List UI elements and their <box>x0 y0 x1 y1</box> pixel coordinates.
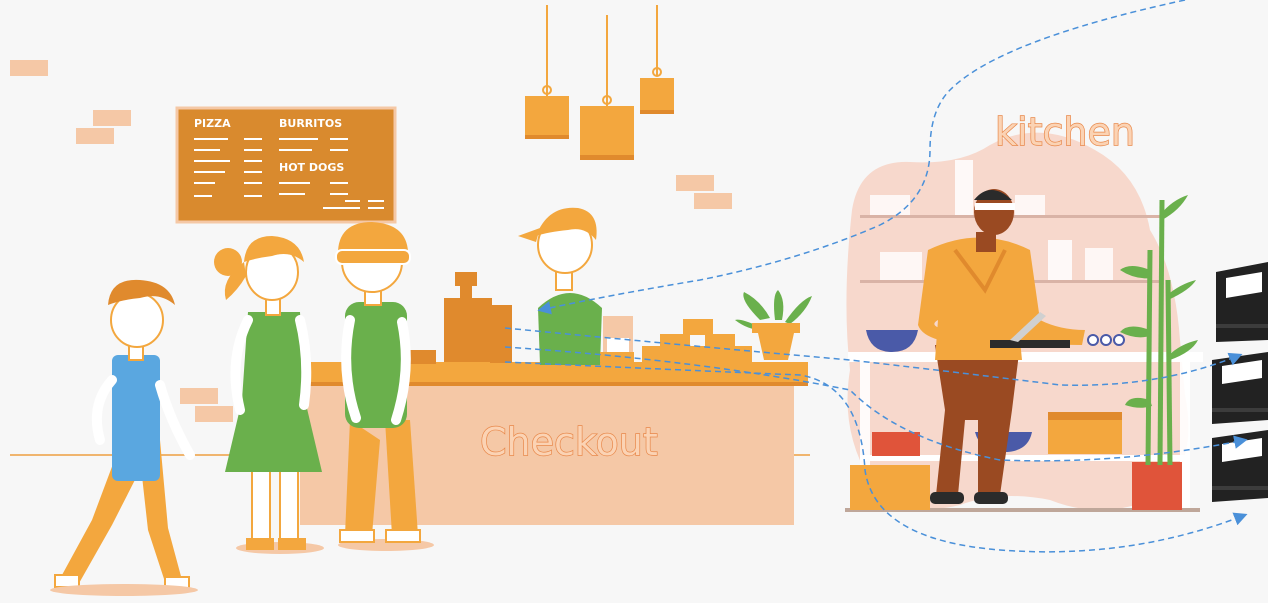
hanging-lamps <box>525 5 674 160</box>
cashier <box>518 207 602 365</box>
menu-board-hotdogs-header: HOT DOGS <box>279 161 344 174</box>
menu-board-pizza-header: PIZZA <box>194 117 231 130</box>
cash-register-icon <box>402 272 512 364</box>
pos-workflow-scene: PIZZA BURRITOS HOT DOGS Checkout kitchen <box>0 0 1268 603</box>
receipt-printer-icon <box>1216 262 1268 342</box>
kitchen-label: kitchen <box>995 110 1135 154</box>
receipt-printer-icon <box>1212 430 1268 502</box>
checkout-label: Checkout <box>480 420 658 464</box>
illustration: PIZZA BURRITOS HOT DOGS Checkout kitchen <box>10 0 1268 596</box>
counter-items <box>600 316 752 362</box>
menu-board-burritos-header: BURRITOS <box>279 117 342 130</box>
customer-walking-boy <box>50 279 198 596</box>
menu-board: PIZZA BURRITOS HOT DOGS <box>175 106 397 224</box>
